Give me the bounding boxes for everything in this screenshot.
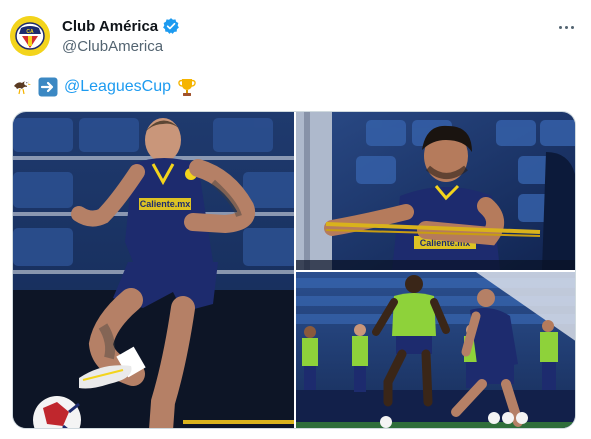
display-name[interactable]: Club América — [62, 18, 158, 35]
right-arrow-emoji-icon — [38, 77, 58, 97]
tweet-card: CA Club América @ClubAmerica @LeaguesCup… — [0, 0, 591, 439]
media-grid: Caliente.mx Caliente.mx — [12, 111, 576, 429]
author-block: Club América @ClubAmerica — [62, 16, 180, 55]
photo-image — [296, 272, 575, 428]
photo-image: Caliente.mx — [296, 112, 575, 270]
tweet-text: @LeaguesCup — [12, 76, 203, 98]
verified-badge-icon — [162, 17, 180, 35]
handle[interactable]: @ClubAmerica — [62, 38, 180, 55]
trophy-emoji-icon — [177, 77, 197, 97]
photo-team-training-session[interactable] — [296, 272, 575, 428]
svg-text:CA: CA — [26, 29, 34, 35]
mention-link[interactable]: @LeaguesCup — [64, 78, 171, 96]
eagle-emoji-icon — [12, 77, 32, 97]
photo-image: Caliente.mx — [13, 112, 294, 428]
more-options-button[interactable] — [555, 16, 577, 38]
more-dot-icon — [570, 25, 574, 29]
jersey-sponsor-text: Caliente.mx — [140, 199, 191, 209]
photo-player-juggling-ball[interactable]: Caliente.mx — [13, 112, 294, 428]
more-dot-icon — [558, 25, 562, 29]
avatar[interactable]: CA — [10, 16, 50, 56]
photo-player-resistance-band[interactable]: Caliente.mx — [296, 112, 575, 270]
more-dot-icon — [564, 25, 568, 29]
club-america-crest-icon: CA — [10, 16, 50, 56]
